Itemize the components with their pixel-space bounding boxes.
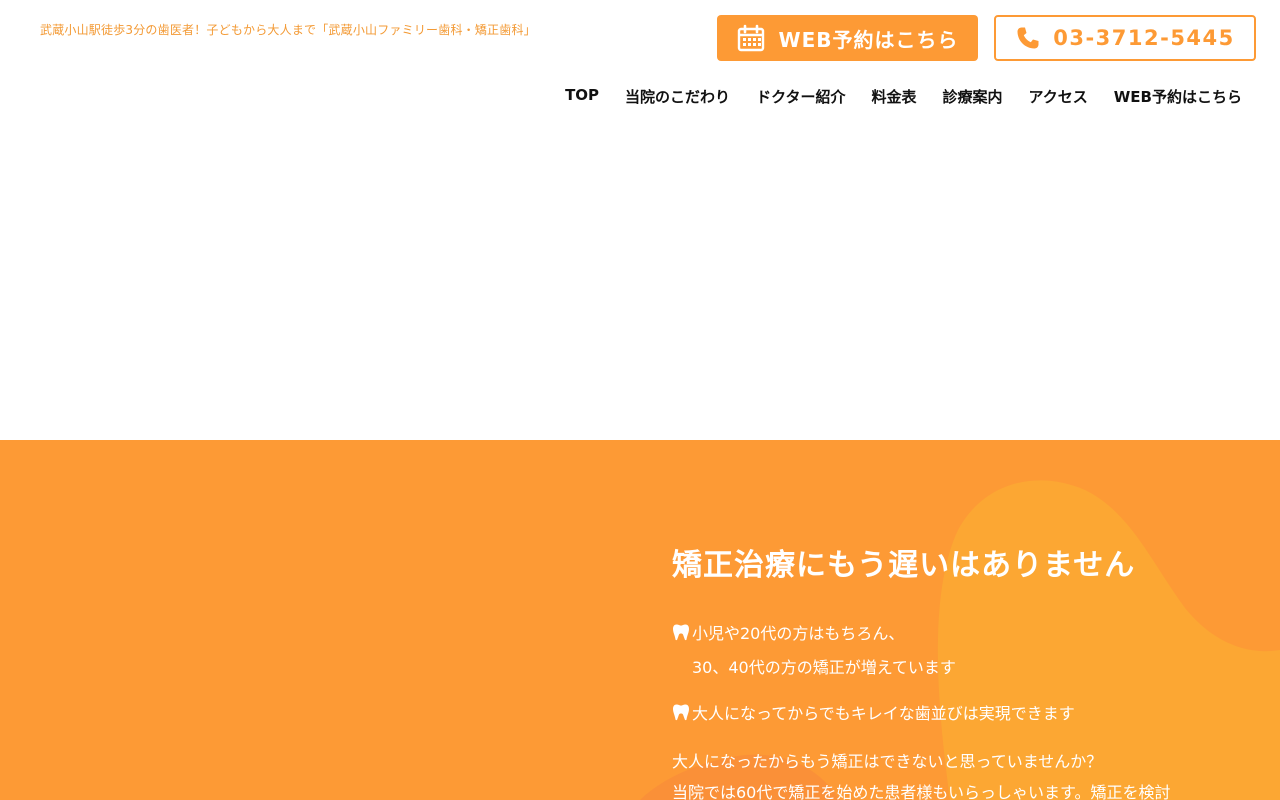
nav-item-fees[interactable]: 料金表 [871, 86, 916, 107]
bullet-item: 大人になってからでもキレイな歯並びは実現できます [672, 698, 1075, 732]
phone-button[interactable]: 03-3712-5445 [994, 15, 1256, 61]
bullet-text: 小児や20代の方はもちろん、 [692, 624, 905, 643]
page: 武蔵小山駅徒歩3分の歯医者！子どもから大人まで「武蔵小山ファミリー歯科・矯正歯科… [0, 0, 1280, 800]
nav-item-web-reservation[interactable]: WEB予約はこちら [1114, 86, 1242, 107]
bullet-text-continued: 30、40代の方の矯正が増えています [692, 658, 956, 677]
tooth-icon [672, 700, 690, 732]
phone-number: 03-3712-5445 [1053, 26, 1235, 50]
phone-icon [1015, 25, 1041, 51]
bullet-text: 大人になってからでもキレイな歯並びは実現できます [692, 704, 1075, 723]
nav-item-top[interactable]: TOP [565, 86, 599, 107]
nav-item-treatment[interactable]: 診療案内 [942, 86, 1002, 107]
orthodontics-section: 矯正治療にもう遅いはありません 小児や20代の方はもちろん、 30、40代の方の… [0, 440, 1280, 800]
nav-item-doctor[interactable]: ドクター紹介 [756, 86, 845, 107]
nav-item-commitment[interactable]: 当院のこだわり [625, 86, 730, 107]
site-tagline: 武蔵小山駅徒歩3分の歯医者！子どもから大人まで「武蔵小山ファミリー歯科・矯正歯科… [40, 23, 536, 37]
web-reservation-label: WEB予約はこちら [778, 27, 959, 52]
main-nav: TOP 当院のこだわり ドクター紹介 料金表 診療案内 アクセス WEB予約はこ… [565, 86, 1242, 107]
calendar-icon [737, 24, 765, 52]
section-title: 矯正治療にもう遅いはありません [672, 548, 1136, 583]
nav-item-access[interactable]: アクセス [1029, 86, 1088, 107]
body-line: 当院では60代で矯正を始めた患者様もいらっしゃいます。矯正を検討 [672, 783, 1171, 800]
bullet-item: 小児や20代の方はもちろん、 30、40代の方の矯正が増えています [672, 618, 956, 684]
section-body: 大人になったからもう矯正はできないと思っていませんか？ 当院では60代で矯正を始… [672, 746, 1170, 800]
web-reservation-button[interactable]: WEB予約はこちら [717, 15, 978, 61]
body-line: 大人になったからもう矯正はできないと思っていませんか？ [672, 752, 1103, 771]
tooth-icon [672, 620, 690, 652]
